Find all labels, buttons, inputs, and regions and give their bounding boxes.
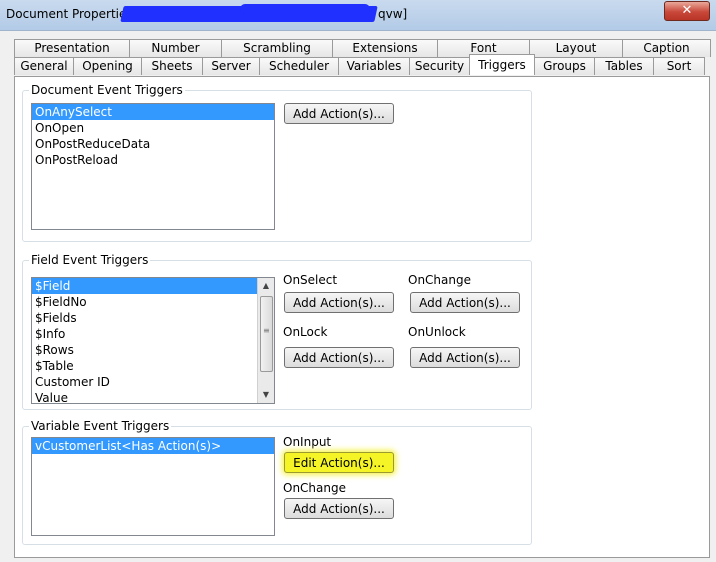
tab-presentation[interactable]: Presentation [14,39,130,57]
variable-triggers-list[interactable]: vCustomerList<Has Action(s)> [31,437,275,536]
tab-caption[interactable]: Caption [622,39,711,57]
list-item[interactable]: $Fields [32,310,274,326]
list-item[interactable]: OnAnySelect [32,104,274,120]
list-item[interactable]: OnOpen [32,120,274,136]
tab-layout[interactable]: Layout [529,39,623,57]
list-item[interactable]: $Rows [32,342,274,358]
on-change-label: OnChange [408,273,471,287]
tab-scheduler[interactable]: Scheduler [259,57,339,75]
variable-on-change-label: OnChange [283,481,346,495]
tab-sort[interactable]: Sort [653,57,705,75]
tab-triggers[interactable]: Triggers [469,54,535,75]
tab-variables[interactable]: Variables [338,57,410,75]
on-change-add-action-button[interactable]: Add Action(s)... [410,292,520,313]
window-title-suffix: qvw] [378,7,408,21]
close-icon: ✕ [681,3,693,18]
tab-tables[interactable]: Tables [594,57,654,75]
on-lock-label: OnLock [283,325,328,339]
list-item[interactable]: $Info [32,326,274,342]
variable-event-triggers-legend: Variable Event Triggers [31,419,170,433]
list-item[interactable]: $FieldNo [32,294,274,310]
scroll-down-icon[interactable]: ▼ [258,387,274,403]
list-item[interactable]: OnPostReduceData [32,136,274,152]
tab-row-1: Presentation Number Scrambling Extension… [14,39,711,58]
close-button[interactable]: ✕ [664,1,710,21]
tab-number[interactable]: Number [129,39,222,57]
list-item[interactable]: $Field [32,278,257,294]
document-add-action-button[interactable]: Add Action(s)... [284,103,394,124]
on-select-add-action-button[interactable]: Add Action(s)... [284,292,394,313]
document-triggers-list[interactable]: OnAnySelect OnOpen OnPostReduceData OnPo… [31,103,275,230]
list-item[interactable]: vCustomerList<Has Action(s)> [32,438,274,454]
field-event-triggers-legend: Field Event Triggers [31,253,149,267]
tab-scrambling[interactable]: Scrambling [221,39,333,57]
field-triggers-list[interactable]: $Field $FieldNo $Fields $Info $Rows $Tab… [31,277,275,404]
grip-icon: ≡ [263,326,270,335]
on-input-edit-action-button[interactable]: Edit Action(s)... [284,452,394,473]
variable-on-change-add-action-button[interactable]: Add Action(s)... [284,498,394,519]
tab-opening[interactable]: Opening [73,57,142,75]
on-lock-add-action-button[interactable]: Add Action(s)... [284,347,394,368]
list-item[interactable]: Customer ID [32,374,274,390]
redaction-mark-2 [240,4,370,14]
document-event-triggers-legend: Document Event Triggers [31,83,183,97]
list-item[interactable]: $Table [32,358,274,374]
tab-row-2: General Opening Sheets Server Scheduler … [14,54,705,76]
list-item[interactable]: OnPostReload [32,152,274,168]
tab-groups[interactable]: Groups [534,57,595,75]
field-list-scrollbar[interactable]: ▲ ≡ ▼ [257,278,274,403]
on-unlock-add-action-button[interactable]: Add Action(s)... [410,347,520,368]
tab-server[interactable]: Server [202,57,260,75]
scroll-thumb[interactable]: ≡ [260,296,273,372]
tab-sheets[interactable]: Sheets [141,57,203,75]
on-unlock-label: OnUnlock [408,325,466,339]
scroll-up-icon[interactable]: ▲ [258,278,274,294]
tab-general[interactable]: General [14,57,74,75]
list-item[interactable]: Value [32,390,274,403]
title-bar: Document Properties [ qvw] ✕ [0,0,716,31]
tab-security[interactable]: Security [409,57,470,75]
on-input-label: OnInput [283,435,332,449]
tab-extensions[interactable]: Extensions [332,39,438,57]
on-select-label: OnSelect [283,273,338,287]
